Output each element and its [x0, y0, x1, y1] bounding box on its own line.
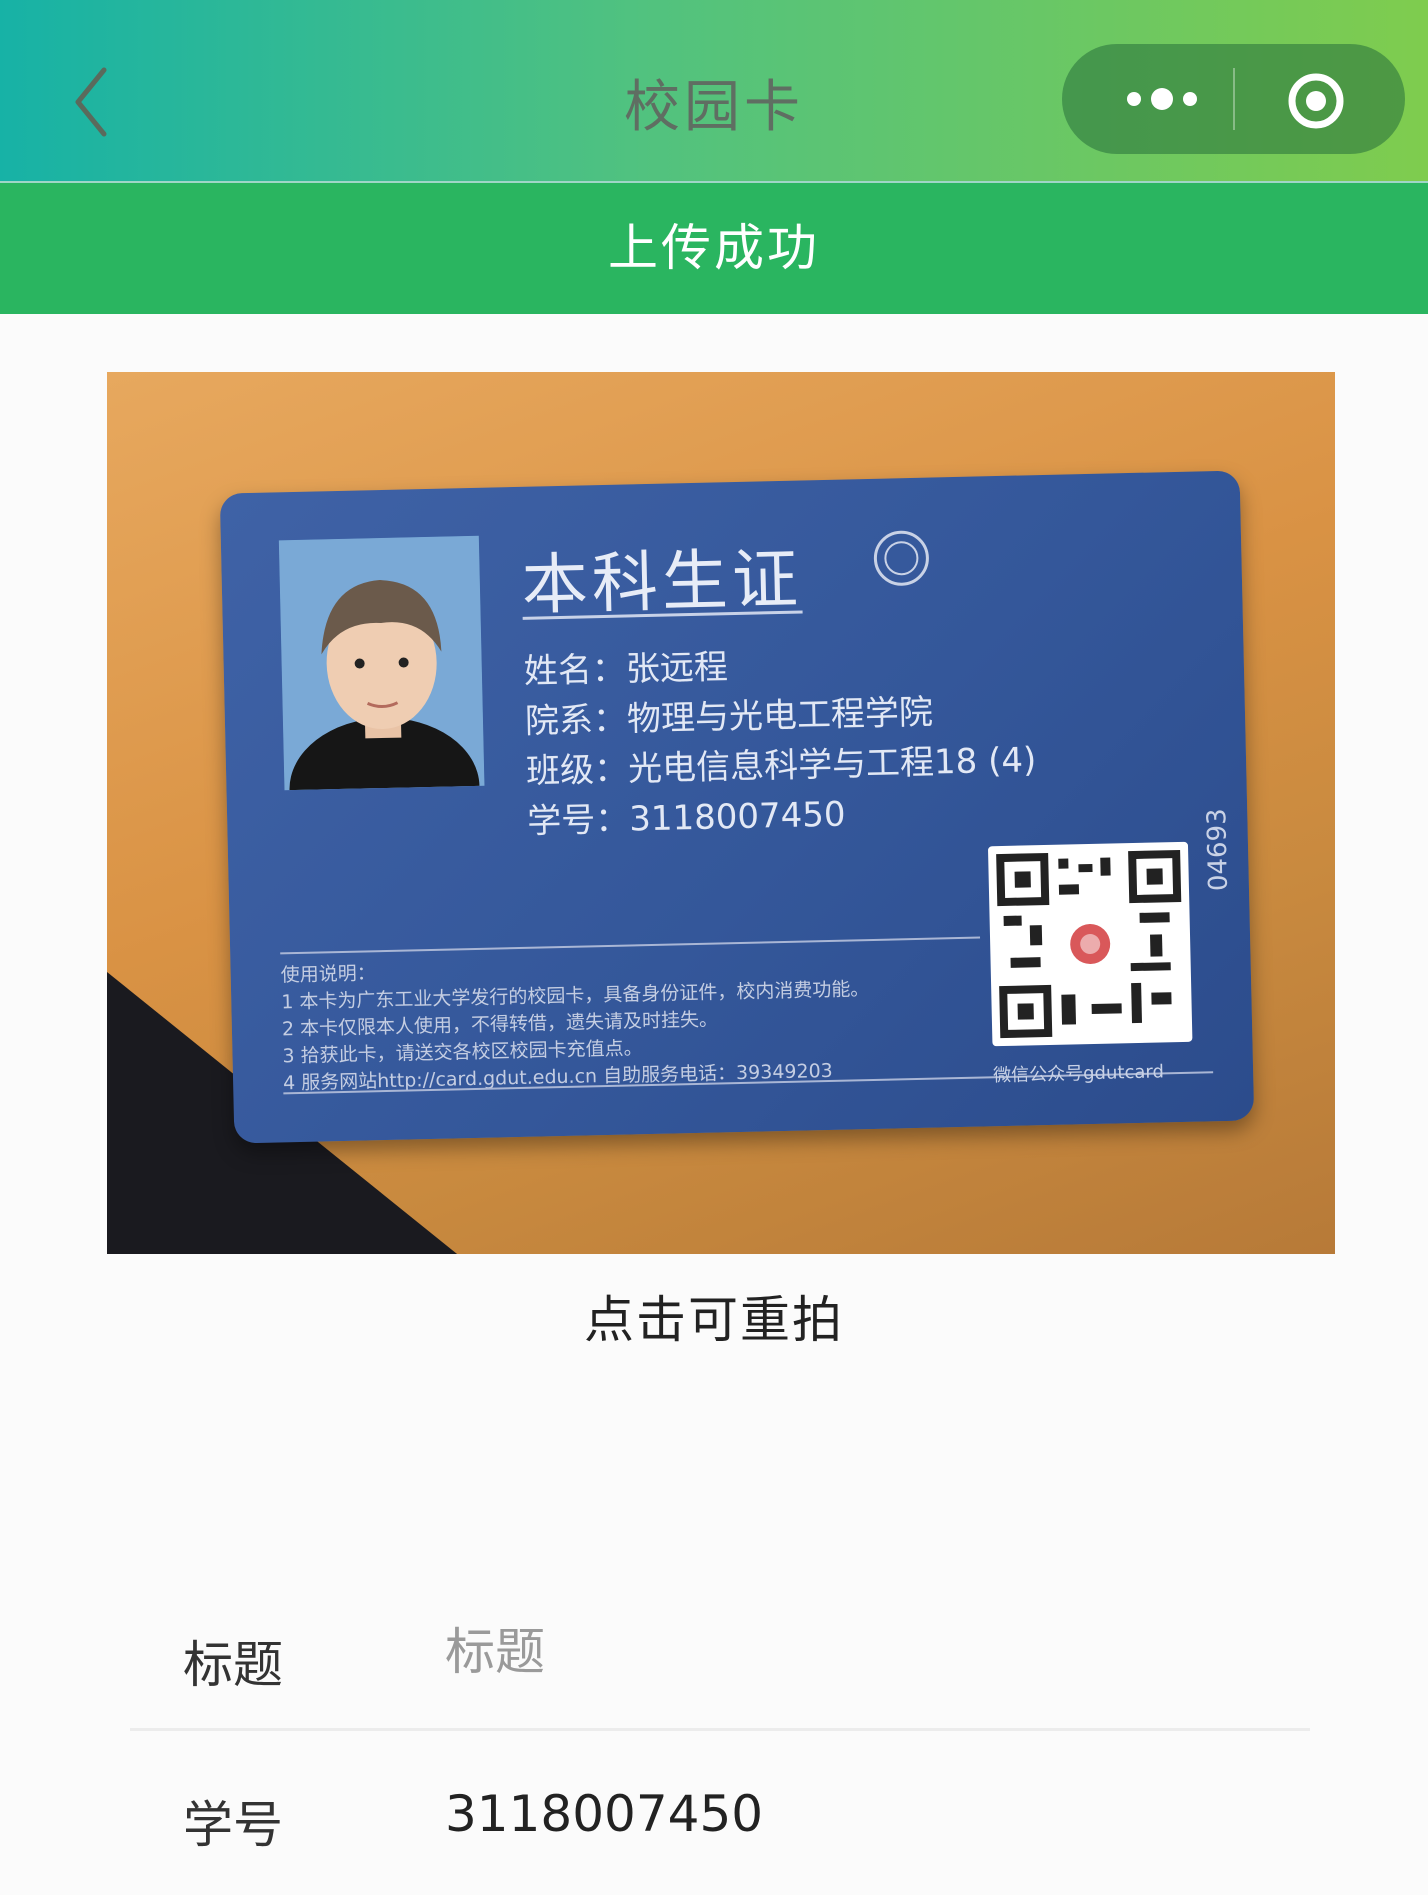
target-icon[interactable]	[1287, 72, 1345, 130]
student-card-image: 本科生证 姓名：张远程 院系：物理与光电工程学院 班级：光电信息科学与工程18 …	[219, 470, 1255, 1144]
seal-icon	[873, 530, 929, 586]
title-label: 标题	[183, 1636, 283, 1694]
title-input[interactable]	[445, 1617, 1245, 1687]
retake-link[interactable]: 点击可重拍	[0, 1280, 1428, 1352]
id-row: 学号 3118007450	[130, 1735, 1310, 1895]
capsule-divider	[1233, 68, 1235, 130]
nav-bar: 校园卡	[0, 0, 1428, 183]
portrait-image	[278, 535, 485, 791]
id-label: 学号	[183, 1796, 283, 1854]
card-photo-preview[interactable]: 本科生证 姓名：张远程 院系：物理与光电工程学院 班级：光电信息科学与工程18 …	[107, 372, 1335, 1254]
card-serial: 04693	[1202, 808, 1235, 892]
more-icon[interactable]	[1112, 78, 1212, 120]
upload-success-banner: 上传成功	[0, 183, 1428, 314]
row-divider	[130, 1728, 1310, 1731]
id-value[interactable]: 3118007450	[445, 1785, 763, 1843]
qr-code-icon	[987, 841, 1193, 1047]
card-wechat: 微信公众号gdutcard	[992, 1061, 1165, 1087]
title-row: 标题	[130, 1575, 1310, 1735]
capsule-menu	[1062, 44, 1405, 154]
card-notes: 使用说明： 1 本卡为广东工业大学发行的校园卡，具备身份证件，校内消费功能。 2…	[280, 949, 871, 1097]
university-logo	[871, 528, 933, 597]
card-id-line: 学号：3118007450	[526, 794, 846, 842]
card-fields: 姓名：张远程 院系：物理与光电工程学院 班级：光电信息科学与工程18 (4) 学…	[523, 635, 1038, 847]
card-separator	[280, 936, 981, 955]
